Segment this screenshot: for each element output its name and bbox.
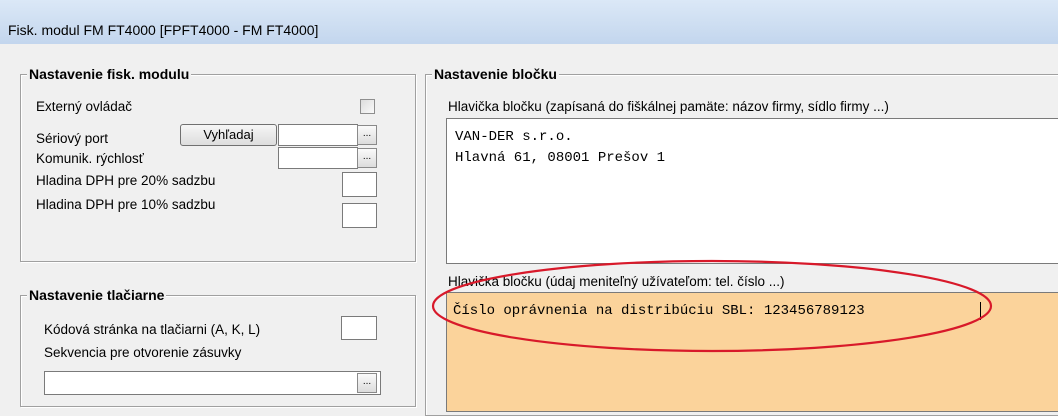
comm-speed-field[interactable]: [278, 147, 358, 169]
serial-port-field[interactable]: [278, 124, 358, 146]
receipt-header-line-2: Hlavná 61, 08001 Prešov 1: [455, 150, 666, 166]
drawer-sequence-field[interactable]: [44, 371, 381, 395]
comm-speed-ellipsis-button[interactable]: ...: [357, 148, 377, 168]
receipt-header-line-1: VAN-DER s.r.o.: [455, 129, 573, 145]
editable-header-label: Hlavička bločku (údaj meniteľný užívateľ…: [448, 274, 785, 289]
external-controller-label: Externý ovládač: [36, 99, 133, 114]
comm-speed-label: Komunik. rýchlosť: [36, 151, 144, 166]
drawer-sequence-ellipsis-button[interactable]: ...: [357, 373, 377, 393]
editable-header-textarea[interactable]: Číslo oprávnenia na distribúciu SBL: 123…: [446, 292, 1058, 412]
code-page-field[interactable]: [341, 316, 377, 340]
vat-10-field[interactable]: [342, 203, 377, 228]
receipt-header-textarea[interactable]: VAN-DER s.r.o. Hlavná 61, 08001 Prešov 1: [446, 118, 1058, 264]
vat-10-label: Hladina DPH pre 10% sadzbu: [36, 197, 216, 212]
receipt-group-title: Nastavenie bločku: [432, 66, 559, 82]
code-page-label: Kódová stránka na tlačiarni (A, K, L): [44, 322, 261, 337]
vat-20-field[interactable]: [342, 172, 377, 197]
serial-port-ellipsis-button[interactable]: ...: [357, 125, 377, 145]
external-controller-checkbox[interactable]: [360, 99, 375, 114]
receipt-header-label: Hlavička bločku (zapísaná do fiškálnej p…: [448, 99, 889, 114]
serial-port-label: Sériový port: [36, 131, 109, 146]
window-title: Fisk. modul FM FT4000 [FPFT4000 - FM FT4…: [8, 22, 319, 38]
search-port-button[interactable]: Vyhľadaj: [180, 124, 277, 146]
printer-group-title: Nastavenie tlačiarne: [27, 287, 167, 303]
text-cursor: [980, 302, 981, 320]
vat-20-label: Hladina DPH pre 20% sadzbu: [36, 173, 216, 188]
window-titlebar: Fisk. modul FM FT4000 [FPFT4000 - FM FT4…: [0, 0, 1058, 44]
fisk-module-group-title: Nastavenie fisk. modulu: [27, 66, 192, 82]
drawer-sequence-label: Sekvencia pre otvorenie zásuvky: [44, 345, 242, 360]
editable-header-value: Číslo oprávnenia na distribúciu SBL: 123…: [453, 303, 865, 319]
